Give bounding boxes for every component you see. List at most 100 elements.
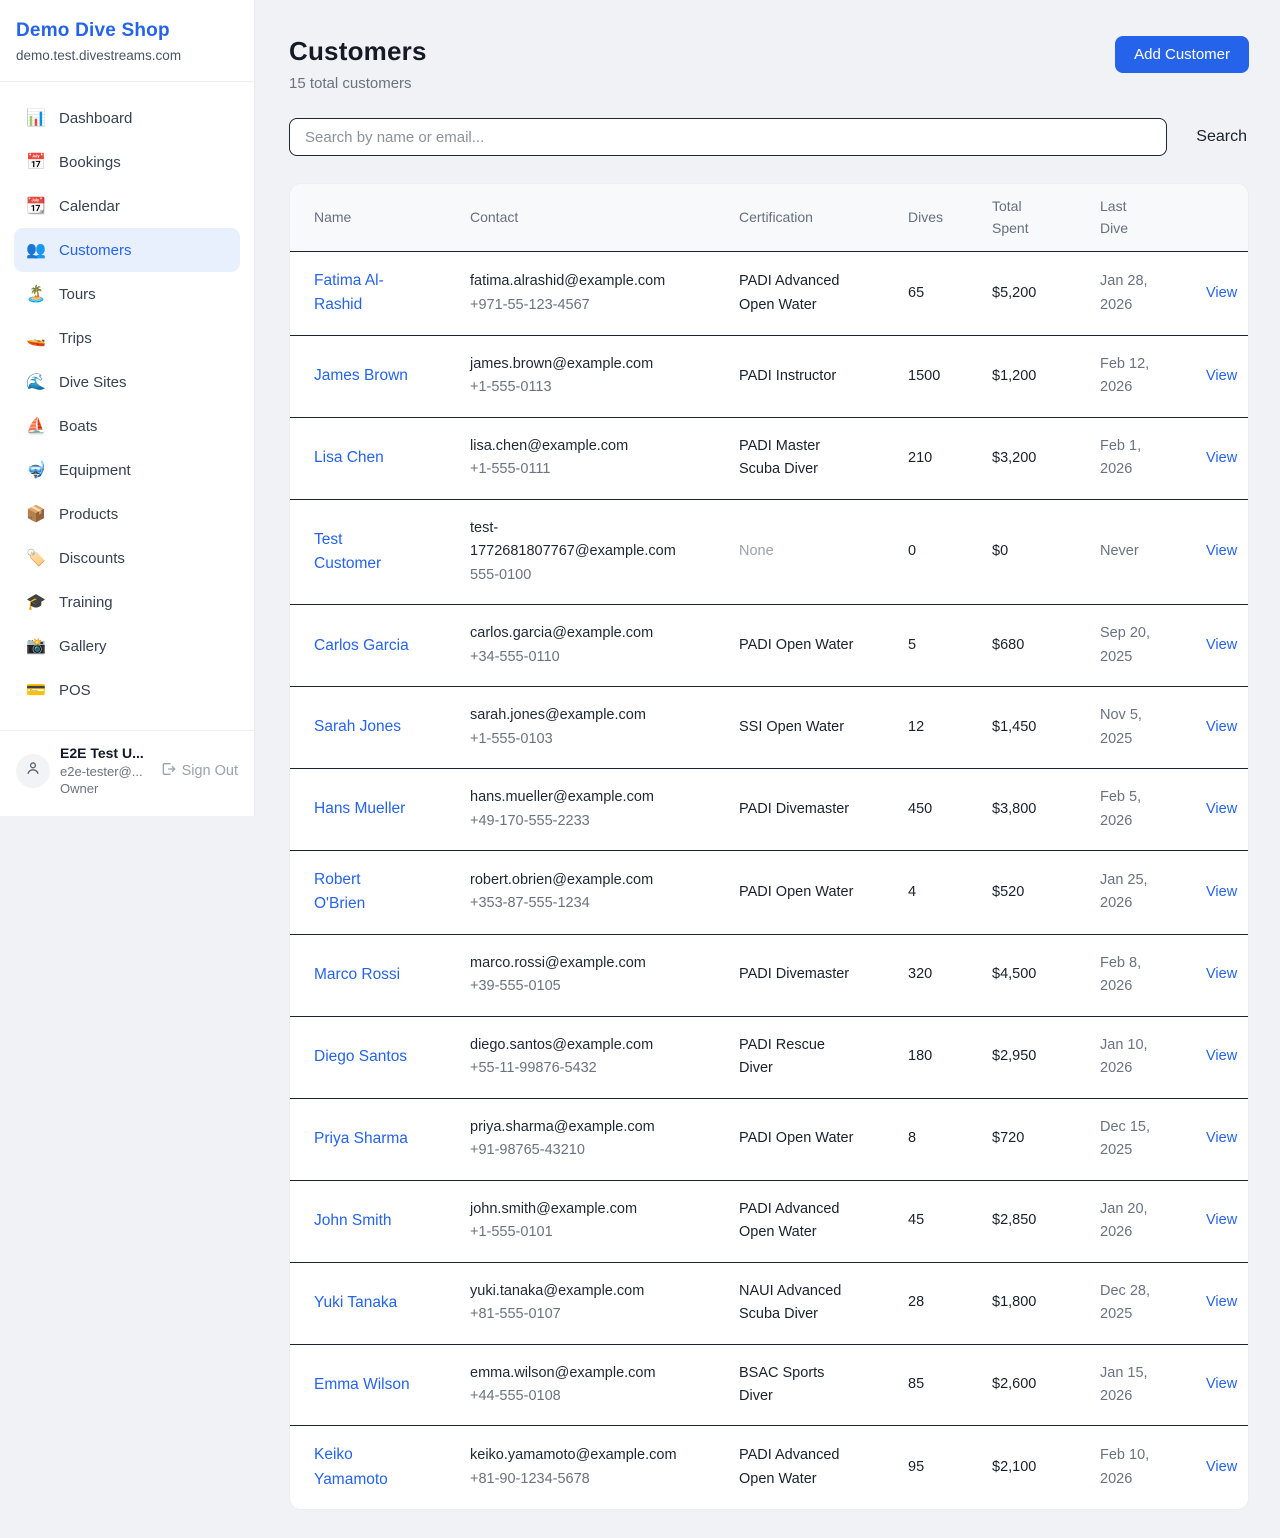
customer-phone: +55-11-99876-5432 bbox=[470, 1057, 715, 1080]
search-input[interactable] bbox=[289, 118, 1167, 156]
sidebar-item-dashboard[interactable]: 📊Dashboard bbox=[14, 96, 240, 140]
bookings-icon: 📅 bbox=[26, 152, 46, 172]
customer-dives: 0 bbox=[896, 499, 980, 604]
customer-name-link[interactable]: Carlos Garcia bbox=[314, 634, 409, 658]
sidebar-item-customers[interactable]: 👥Customers bbox=[14, 228, 240, 272]
sidebar-item-label: Calendar bbox=[59, 198, 120, 215]
customer-certification: PADI Open Water bbox=[739, 1127, 855, 1150]
customer-name-link[interactable]: Test Customer bbox=[314, 528, 410, 576]
customer-name-link[interactable]: Sarah Jones bbox=[314, 715, 401, 739]
products-icon: 📦 bbox=[26, 504, 46, 524]
sidebar-item-tours[interactable]: 🏝️Tours bbox=[14, 272, 240, 316]
sidebar-item-dive-sites[interactable]: 🌊Dive Sites bbox=[14, 360, 240, 404]
sign-out-button[interactable]: Sign Out bbox=[160, 761, 238, 781]
view-customer-link[interactable]: View bbox=[1206, 285, 1237, 301]
view-customer-link[interactable]: View bbox=[1206, 1294, 1237, 1310]
customer-certification: PADI Advanced Open Water bbox=[739, 1198, 855, 1245]
table-row: Carlos Garciacarlos.garcia@example.com+3… bbox=[290, 605, 1249, 687]
customer-certification: PADI Open Water bbox=[739, 881, 855, 904]
table-row: James Brownjames.brown@example.com+1-555… bbox=[290, 335, 1249, 417]
table-row: Hans Muellerhans.mueller@example.com+49-… bbox=[290, 769, 1249, 851]
customer-count: 15 total customers bbox=[289, 75, 427, 92]
view-customer-link[interactable]: View bbox=[1206, 1376, 1237, 1392]
dive-sites-icon: 🌊 bbox=[26, 372, 46, 392]
customer-email: test-1772681807767@example.com bbox=[470, 517, 682, 564]
customer-last-dive: Never bbox=[1100, 540, 1162, 563]
customer-email: lisa.chen@example.com bbox=[470, 435, 682, 458]
customer-name-link[interactable]: Diego Santos bbox=[314, 1045, 407, 1069]
customer-name-link[interactable]: Keiko Yamamoto bbox=[314, 1443, 410, 1491]
sidebar-item-label: Training bbox=[59, 594, 113, 611]
customer-last-dive: Dec 15, 2025 bbox=[1100, 1116, 1162, 1163]
customer-dives: 1500 bbox=[896, 335, 980, 417]
customer-name-link[interactable]: Emma Wilson bbox=[314, 1373, 410, 1397]
add-customer-button[interactable]: Add Customer bbox=[1115, 36, 1249, 73]
customer-name-link[interactable]: Hans Mueller bbox=[314, 797, 405, 821]
customer-dives: 65 bbox=[896, 252, 980, 336]
customer-certification: PADI Open Water bbox=[739, 634, 855, 657]
sidebar-item-trips[interactable]: 🚤Trips bbox=[14, 316, 240, 360]
customer-certification: PADI Master Scuba Diver bbox=[739, 435, 855, 482]
customer-email: john.smith@example.com bbox=[470, 1198, 682, 1221]
sidebar-item-training[interactable]: 🎓Training bbox=[14, 580, 240, 624]
customer-name-link[interactable]: Priya Sharma bbox=[314, 1127, 408, 1151]
table-header-row: Name Contact Certification Dives Total S… bbox=[290, 184, 1249, 252]
customer-email: diego.santos@example.com bbox=[470, 1034, 682, 1057]
customer-last-dive: Jan 25, 2026 bbox=[1100, 869, 1162, 916]
customer-name-link[interactable]: Fatima Al-Rashid bbox=[314, 269, 410, 317]
sidebar-item-label: Dashboard bbox=[59, 110, 132, 127]
customer-email: hans.mueller@example.com bbox=[470, 786, 682, 809]
customer-name-link[interactable]: Lisa Chen bbox=[314, 446, 384, 470]
view-customer-link[interactable]: View bbox=[1206, 1130, 1237, 1146]
customer-name-link[interactable]: Robert O'Brien bbox=[314, 868, 410, 916]
sidebar-item-calendar[interactable]: 📆Calendar bbox=[14, 184, 240, 228]
customer-last-dive: Nov 5, 2025 bbox=[1100, 704, 1162, 751]
customer-total-spent: $1,800 bbox=[980, 1262, 1088, 1344]
boats-icon: ⛵ bbox=[26, 416, 46, 436]
customer-total-spent: $2,600 bbox=[980, 1344, 1088, 1426]
table-row: Robert O'Brienrobert.obrien@example.com+… bbox=[290, 851, 1249, 935]
view-customer-link[interactable]: View bbox=[1206, 719, 1237, 735]
sidebar-item-equipment[interactable]: 🤿Equipment bbox=[14, 448, 240, 492]
table-row: Marco Rossimarco.rossi@example.com+39-55… bbox=[290, 934, 1249, 1016]
view-customer-link[interactable]: View bbox=[1206, 450, 1237, 466]
search-button[interactable]: Search bbox=[1194, 124, 1249, 150]
table-row: Yuki Tanakayuki.tanaka@example.com+81-55… bbox=[290, 1262, 1249, 1344]
customer-name-link[interactable]: Marco Rossi bbox=[314, 963, 400, 987]
customer-phone: +34-555-0110 bbox=[470, 646, 715, 669]
view-customer-link[interactable]: View bbox=[1206, 637, 1237, 653]
view-customer-link[interactable]: View bbox=[1206, 1048, 1237, 1064]
shop-domain: demo.test.divestreams.com bbox=[16, 48, 238, 63]
customers-table-card: Name Contact Certification Dives Total S… bbox=[289, 183, 1249, 1510]
customer-dives: 4 bbox=[896, 851, 980, 935]
customer-certification: PADI Instructor bbox=[739, 365, 855, 388]
view-customer-link[interactable]: View bbox=[1206, 1459, 1237, 1475]
sidebar-item-pos[interactable]: 💳POS bbox=[14, 668, 240, 712]
customer-name-link[interactable]: John Smith bbox=[314, 1209, 392, 1233]
sidebar-item-products[interactable]: 📦Products bbox=[14, 492, 240, 536]
sidebar-item-gallery[interactable]: 📸Gallery bbox=[14, 624, 240, 668]
sidebar-item-bookings[interactable]: 📅Bookings bbox=[14, 140, 240, 184]
customer-dives: 210 bbox=[896, 417, 980, 499]
sidebar-item-label: POS bbox=[59, 682, 91, 699]
customer-email: robert.obrien@example.com bbox=[470, 869, 682, 892]
view-customer-link[interactable]: View bbox=[1206, 368, 1237, 384]
view-customer-link[interactable]: View bbox=[1206, 966, 1237, 982]
view-customer-link[interactable]: View bbox=[1206, 1212, 1237, 1228]
customer-total-spent: $3,200 bbox=[980, 417, 1088, 499]
sidebar-item-boats[interactable]: ⛵Boats bbox=[14, 404, 240, 448]
customer-phone: +1-555-0111 bbox=[470, 458, 715, 481]
customer-total-spent: $2,100 bbox=[980, 1426, 1088, 1509]
customer-name-link[interactable]: James Brown bbox=[314, 364, 408, 388]
customer-total-spent: $0 bbox=[980, 499, 1088, 604]
customers-table: Name Contact Certification Dives Total S… bbox=[290, 184, 1249, 1509]
view-customer-link[interactable]: View bbox=[1206, 543, 1237, 559]
view-customer-link[interactable]: View bbox=[1206, 801, 1237, 817]
customer-dives: 28 bbox=[896, 1262, 980, 1344]
customer-name-link[interactable]: Yuki Tanaka bbox=[314, 1291, 397, 1315]
table-row: Sarah Jonessarah.jones@example.com+1-555… bbox=[290, 687, 1249, 769]
sidebar-item-discounts[interactable]: 🏷️Discounts bbox=[14, 536, 240, 580]
view-customer-link[interactable]: View bbox=[1206, 884, 1237, 900]
shop-header: Demo Dive Shop demo.test.divestreams.com bbox=[0, 0, 254, 82]
main-content: Customers 15 total customers Add Custome… bbox=[255, 0, 1280, 1538]
